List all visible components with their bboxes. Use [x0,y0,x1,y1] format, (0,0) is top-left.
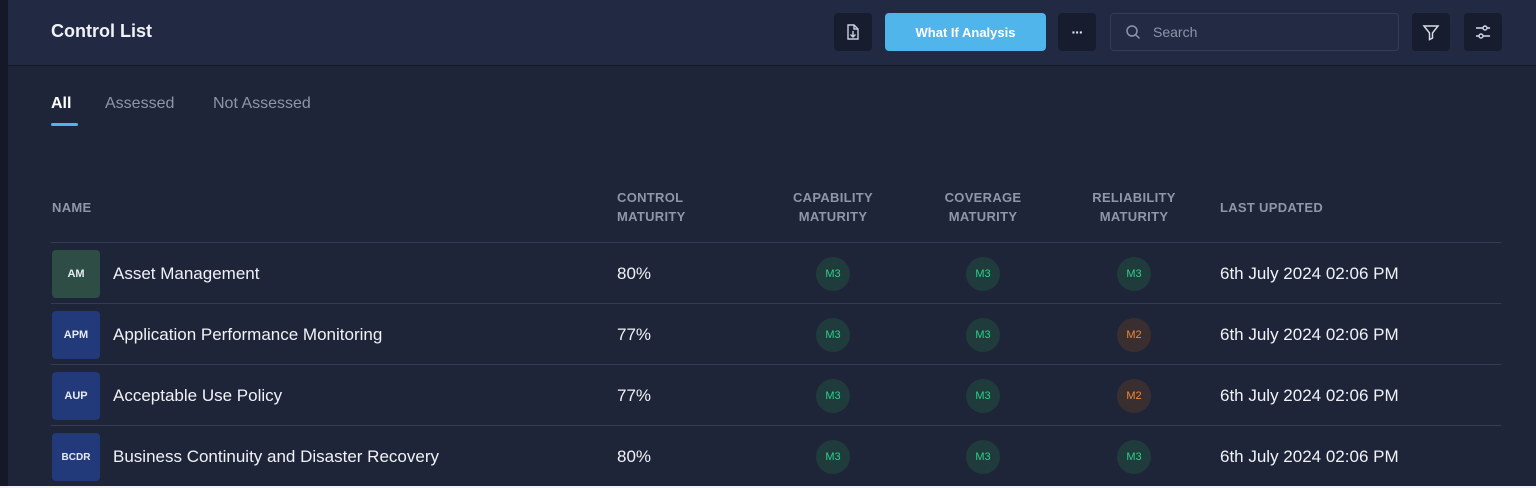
column-header-coverage-maturity[interactable]: COVERAGE MATURITY [933,188,1033,226]
control-abbr-badge: AUP [52,372,100,420]
tab-all[interactable]: All [51,95,78,126]
reliability-maturity-badge: M3 [1117,440,1151,474]
control-name[interactable]: Acceptable Use Policy [113,386,282,406]
coverage-maturity-badge: M3 [966,440,1000,474]
left-sidebar-strip [0,0,8,488]
header-line: MATURITY [1099,209,1169,224]
export-icon [847,24,859,40]
settings-sliders-icon [1476,25,1490,39]
control-abbr-badge: BCDR [52,433,100,481]
control-name[interactable]: Asset Management [113,264,259,284]
last-updated-value: 6th July 2024 02:06 PM [1220,325,1399,344]
header-line: MATURITY [798,209,868,224]
control-maturity-value: 80% [617,447,652,466]
header-line: RELIABILITY [1092,190,1176,205]
column-header-name[interactable]: NAME [52,198,91,217]
search-icon [1126,25,1141,40]
header-line: CAPABILITY [792,190,874,205]
reliability-maturity-badge: M2 [1117,379,1151,413]
last-updated-value: 6th July 2024 02:06 PM [1220,447,1399,466]
header-line: MATURITY [948,209,1018,224]
control-maturity-value: 80% [617,264,652,283]
last-updated-value: 6th July 2024 02:06 PM [1220,386,1399,405]
capability-maturity-badge: M3 [816,257,850,291]
table-header: NAME CONTROL MATURITY CAPABILITY MATURIT… [51,180,1501,243]
table-row[interactable]: AM Asset Management 80% M3 M3 M3 6th Jul… [51,243,1501,304]
table-row[interactable]: APM Application Performance Monitoring 7… [51,304,1501,365]
control-name[interactable]: Business Continuity and Disaster Recover… [113,447,439,467]
reliability-maturity-badge: M2 [1117,318,1151,352]
capability-maturity-badge: M3 [816,318,850,352]
tab-not-assessed[interactable]: Not Assessed [213,95,311,113]
coverage-maturity-badge: M3 [966,257,1000,291]
coverage-maturity-badge: M3 [966,318,1000,352]
header-bar: Control List What If Analysis ··· [8,0,1536,66]
header-line: MATURITY [617,209,686,224]
last-updated-value: 6th July 2024 02:06 PM [1220,264,1399,283]
filter-button[interactable] [1412,13,1450,51]
control-name[interactable]: Application Performance Monitoring [113,325,382,345]
more-icon: ··· [1071,24,1084,40]
tab-all-label: All [51,95,72,112]
capability-maturity-badge: M3 [816,379,850,413]
control-maturity-value: 77% [617,386,652,405]
tab-assessed[interactable]: Assessed [105,95,174,113]
table-row[interactable]: AUP Acceptable Use Policy 77% M3 M3 M2 6… [51,365,1501,426]
export-button[interactable] [834,13,872,51]
control-list-panel: Control List What If Analysis ··· Search… [8,0,1536,488]
capability-maturity-badge: M3 [816,440,850,474]
column-settings-button[interactable] [1464,13,1502,51]
coverage-maturity-badge: M3 [966,379,1000,413]
search-box[interactable] [1110,13,1399,51]
control-table: NAME CONTROL MATURITY CAPABILITY MATURIT… [51,180,1501,487]
control-abbr-badge: APM [52,311,100,359]
search-input[interactable] [1153,24,1373,40]
column-header-control-maturity[interactable]: CONTROL MATURITY [617,188,686,226]
control-abbr-badge: AM [52,250,100,298]
header-line: COVERAGE [944,190,1022,205]
reliability-maturity-badge: M3 [1117,257,1151,291]
what-if-analysis-button[interactable]: What If Analysis [885,13,1046,51]
header-line: CONTROL [617,190,684,205]
column-header-capability-maturity[interactable]: CAPABILITY MATURITY [783,188,883,226]
page-title: Control List [51,21,152,41]
column-header-reliability-maturity[interactable]: RELIABILITY MATURITY [1084,188,1184,226]
column-header-last-updated[interactable]: LAST UPDATED [1220,198,1323,217]
table-row[interactable]: BCDR Business Continuity and Disaster Re… [51,426,1501,487]
control-maturity-value: 77% [617,325,652,344]
more-options-button[interactable]: ··· [1058,13,1096,51]
active-tab-indicator [51,123,78,126]
filter-icon [1422,25,1440,41]
